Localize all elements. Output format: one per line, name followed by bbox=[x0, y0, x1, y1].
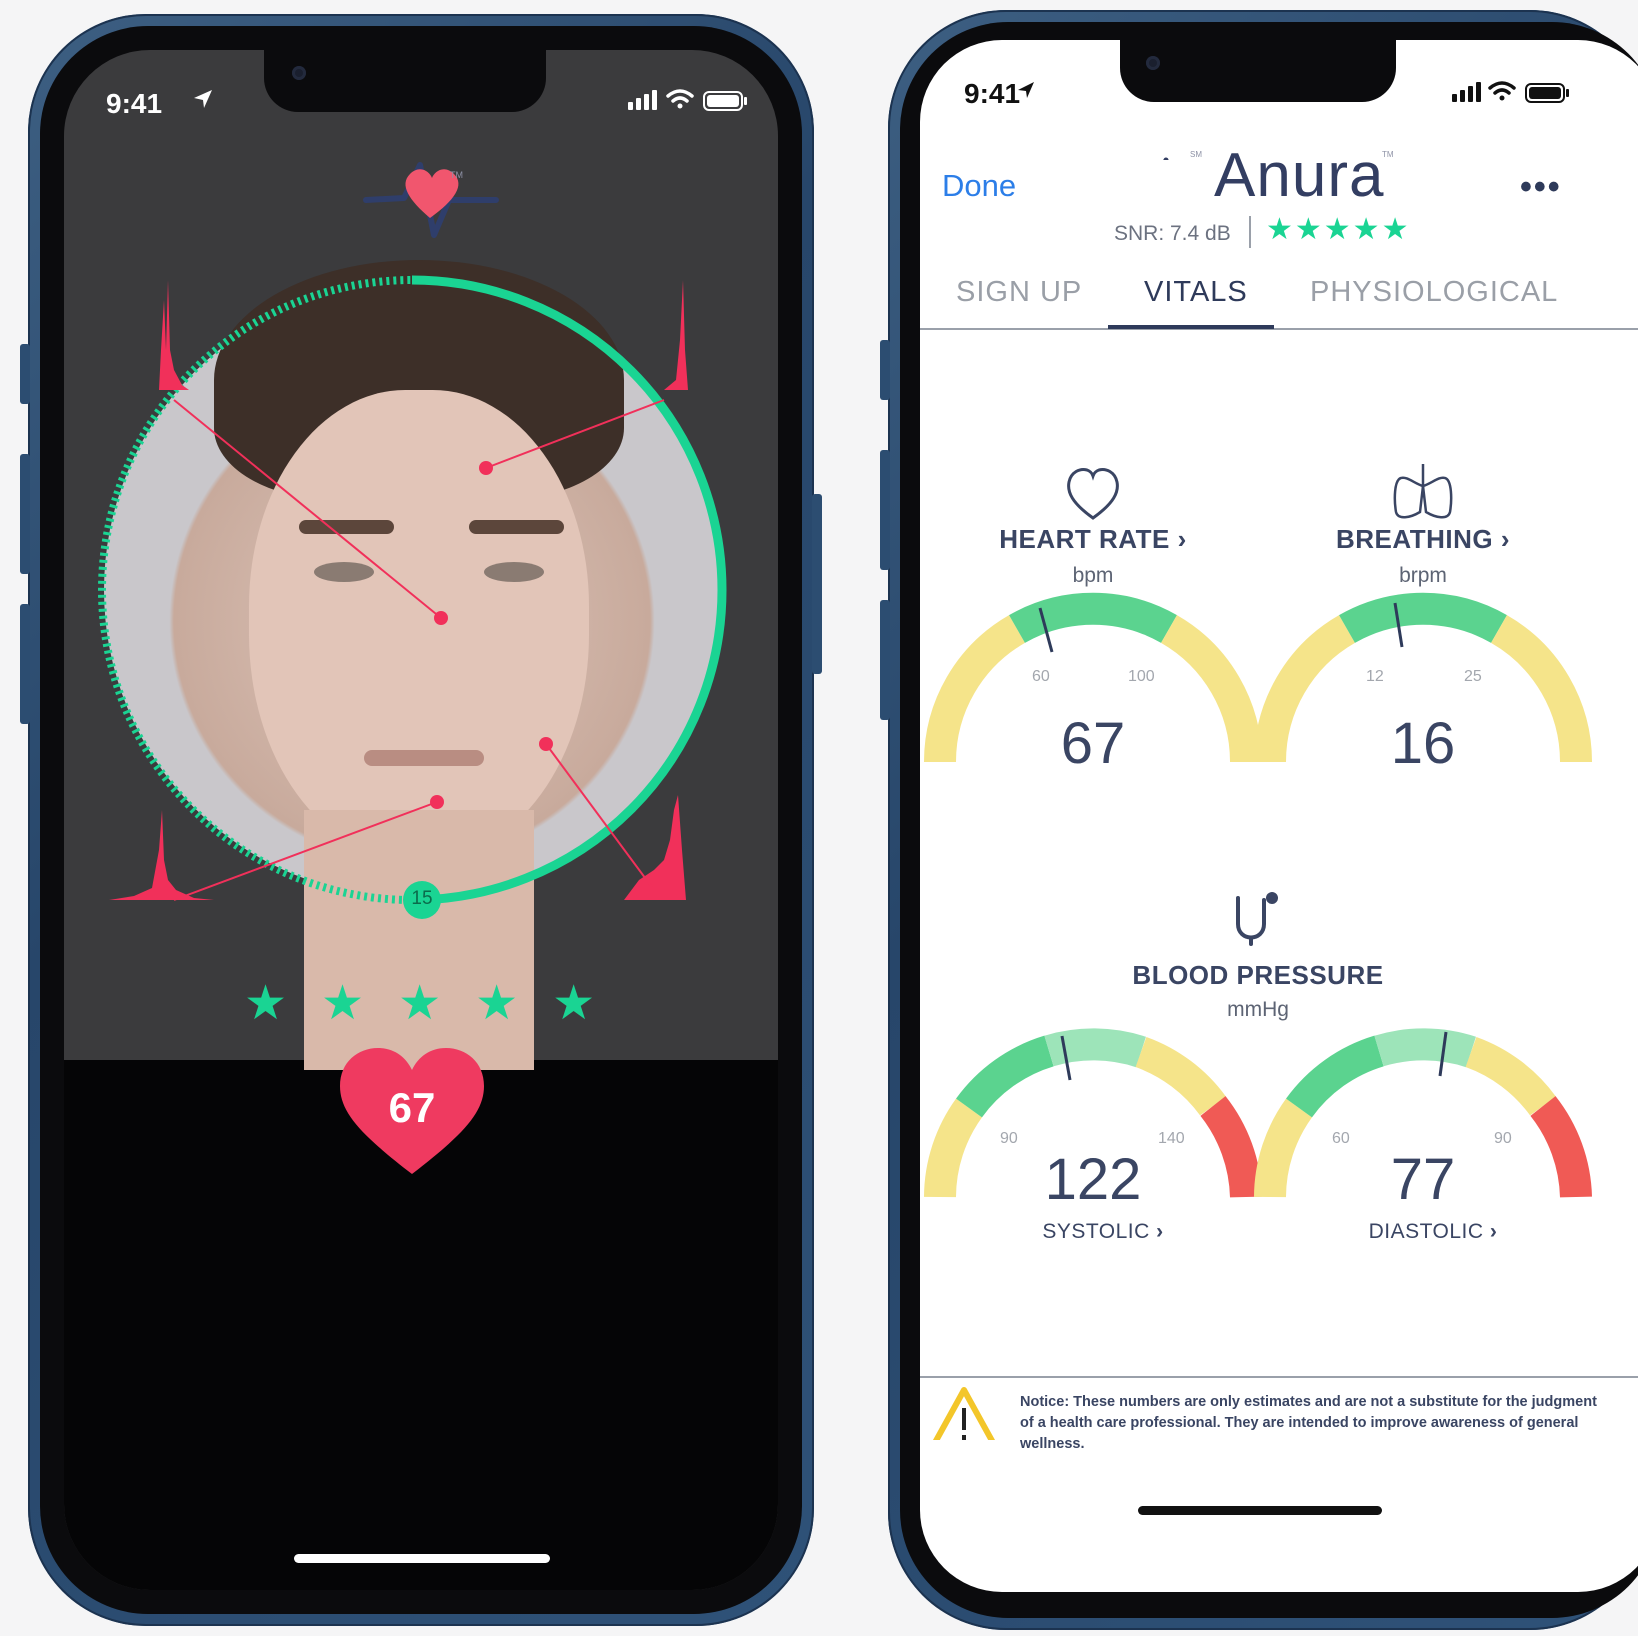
chevron-right-icon: › bbox=[1177, 524, 1187, 554]
signal-icon bbox=[628, 90, 657, 110]
side-button bbox=[880, 340, 890, 400]
notice-rule bbox=[920, 1376, 1638, 1378]
breathing-value: 16 bbox=[1390, 711, 1456, 776]
right-phone: 9:41 Done ••• Anura SM TM SNR: 7.4 dB ★★… bbox=[880, 10, 1638, 1630]
heart-outline-icon bbox=[1067, 468, 1119, 520]
systolic-low: 90 bbox=[1000, 1130, 1018, 1147]
histogram-top-left bbox=[144, 280, 189, 390]
heart-rate-unit: bpm bbox=[1072, 564, 1114, 587]
side-button bbox=[880, 450, 890, 570]
home-indicator[interactable] bbox=[294, 1554, 550, 1563]
star-icon: ★ bbox=[321, 977, 365, 1030]
side-button bbox=[20, 604, 30, 724]
systolic-link[interactable]: SYSTOLIC › bbox=[1013, 1220, 1193, 1244]
scan-overlay bbox=[98, 89, 747, 919]
histogram-bottom-left bbox=[109, 810, 214, 900]
star-icon: ★ bbox=[552, 977, 596, 1030]
roi-point-chin bbox=[430, 795, 444, 809]
histogram-top-right bbox=[664, 280, 688, 390]
left-phone: 9:41 TM 15 ★ ★ ★ ★ ★ 67 bbox=[20, 14, 822, 1626]
heart-rate-low: 60 bbox=[1032, 668, 1050, 685]
star-icon: ★ bbox=[398, 977, 442, 1030]
countdown-value: 15 bbox=[411, 888, 433, 909]
home-indicator[interactable] bbox=[1138, 1506, 1382, 1515]
results-screen: 9:41 Done ••• Anura SM TM SNR: 7.4 dB ★★… bbox=[920, 40, 1638, 1592]
side-button bbox=[880, 600, 890, 720]
heart-rate-value: 67 bbox=[1060, 711, 1126, 776]
heart-rate-high: 100 bbox=[1128, 668, 1155, 685]
diastolic-link[interactable]: DIASTOLIC › bbox=[1343, 1220, 1523, 1244]
roi-point-cheek bbox=[539, 737, 553, 751]
stethoscope-icon bbox=[1236, 892, 1278, 946]
roi-point-nose bbox=[434, 611, 448, 625]
side-button bbox=[812, 494, 822, 674]
notch bbox=[264, 50, 546, 112]
roi-point-forehead bbox=[479, 461, 493, 475]
front-camera bbox=[292, 66, 306, 80]
star-icon: ★ bbox=[244, 977, 288, 1030]
breathing-title[interactable]: BREATHING › bbox=[1323, 524, 1523, 555]
logo-tm: TM bbox=[450, 170, 463, 180]
breathing-unit: brpm bbox=[1399, 564, 1447, 587]
star-icon: ★ bbox=[475, 977, 519, 1030]
blood-pressure-unit: mmHg bbox=[1227, 998, 1289, 1021]
anura-logo-icon bbox=[363, 162, 499, 238]
chevron-right-icon: › bbox=[1500, 524, 1511, 554]
breathing-low: 12 bbox=[1366, 668, 1384, 685]
chevron-right-icon: › bbox=[1156, 1220, 1164, 1243]
scan-screen: 9:41 TM 15 ★ ★ ★ ★ ★ 67 bbox=[64, 50, 778, 1590]
quality-stars: ★ ★ ★ ★ ★ bbox=[244, 975, 595, 1031]
systolic-value: 122 bbox=[1044, 1147, 1142, 1212]
location-arrow-icon bbox=[194, 90, 212, 108]
diastolic-low: 60 bbox=[1332, 1130, 1350, 1147]
blood-pressure-title: BLOOD PRESSURE bbox=[1132, 960, 1384, 990]
battery-icon bbox=[703, 91, 747, 111]
chevron-right-icon: › bbox=[1489, 1220, 1498, 1243]
warning-icon bbox=[932, 1387, 996, 1440]
notice-text: Notice: These numbers are only estimates… bbox=[1020, 1394, 1597, 1452]
diastolic-value: 77 bbox=[1390, 1147, 1456, 1212]
wifi-icon bbox=[666, 89, 694, 109]
lungs-icon bbox=[1393, 464, 1453, 519]
heart-rate-value: 67 bbox=[388, 1084, 436, 1131]
side-button bbox=[20, 344, 30, 404]
side-button bbox=[20, 454, 30, 574]
diastolic-high: 90 bbox=[1494, 1130, 1512, 1147]
breathing-high: 25 bbox=[1464, 668, 1482, 685]
heart-rate-title[interactable]: HEART RATE › bbox=[983, 524, 1203, 555]
status-time: 9:41 bbox=[106, 88, 163, 119]
heart-rate-badge: 67 bbox=[340, 1048, 484, 1178]
